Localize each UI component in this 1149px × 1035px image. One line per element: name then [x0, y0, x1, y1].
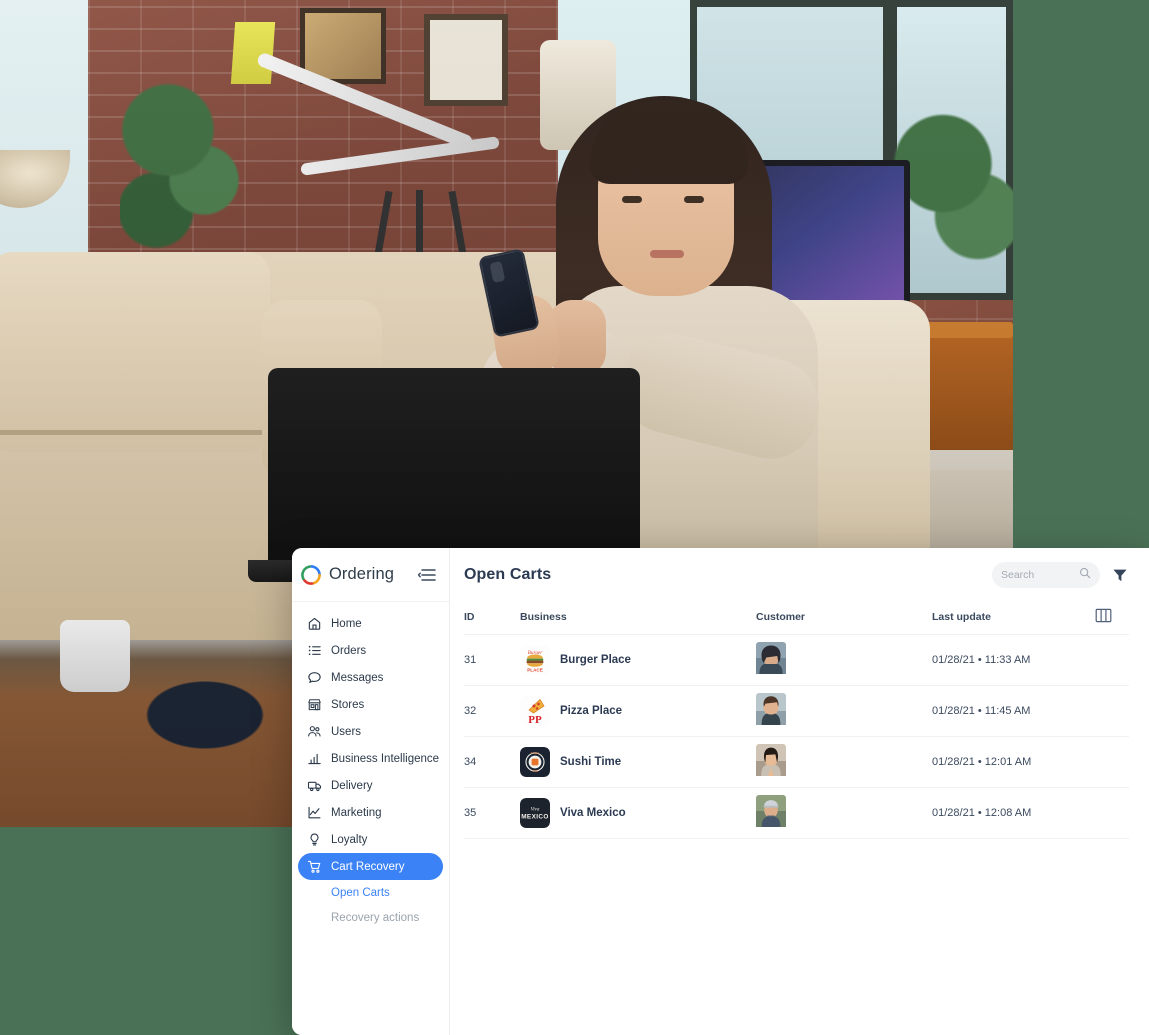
svg-text:PLACE: PLACE [527, 668, 543, 673]
sidebar-item-label: Delivery [331, 779, 373, 792]
list-icon [306, 643, 322, 659]
cell-last-update: 01/28/21 • 12:01 AM [932, 756, 1032, 768]
search-input[interactable] [1001, 569, 1079, 581]
sidebar-item-home[interactable]: Home [298, 610, 443, 637]
sidebar-item-label: Messages [331, 671, 384, 684]
cell-id: 31 [464, 654, 477, 666]
svg-text:PP: PP [528, 714, 542, 726]
viva-mexico-logo-icon: Viva MEXICO [520, 798, 550, 828]
shopping-cart-icon [306, 859, 322, 875]
table-row: 32 PP Pizza Place 01/28/21 • 11:45 AM [464, 685, 1129, 737]
cell-business: SUSHI TIME Sushi Time [520, 747, 756, 777]
customer-avatar [756, 692, 786, 729]
cell-id: 35 [464, 807, 477, 819]
table-container: ID Business Customer Last update 31 Burg… [450, 602, 1149, 839]
table-body: 31 Burger PLACE Burger Place 01/28/21 • … [464, 634, 1129, 839]
sidebar-item-stores[interactable]: Stores [298, 691, 443, 718]
sushi-time-logo-icon: SUSHI TIME [520, 747, 550, 777]
cell-business: Burger PLACE Burger Place [520, 645, 756, 675]
brand-name: Ordering [329, 565, 394, 583]
cell-id: 34 [464, 756, 477, 768]
lightbulb-icon [306, 832, 322, 848]
cell-last-update: 01/28/21 • 11:33 AM [932, 654, 1031, 666]
sidebar-item-label: Stores [331, 698, 365, 711]
collapse-menu-icon[interactable] [417, 566, 439, 584]
cell-id: 32 [464, 705, 477, 717]
sidebar-item-label: Cart Recovery [331, 860, 405, 873]
sidebar-item-cart-recovery[interactable]: Cart Recovery [298, 853, 443, 880]
main-content: Open Carts Search ID Business Customer L… [450, 548, 1149, 1035]
screenshot-root: Ordering Home Orders Messages Stores Use… [0, 0, 1149, 1035]
store-icon [306, 697, 322, 713]
sidebar-item-orders[interactable]: Orders [298, 637, 443, 664]
header-actions [992, 562, 1129, 588]
cell-business: PP Pizza Place [520, 696, 756, 726]
cell-last-update: 01/28/21 • 11:45 AM [932, 705, 1031, 717]
home-icon [306, 616, 322, 632]
brand-row: Ordering [292, 548, 449, 602]
cell-business-name: Viva Mexico [560, 807, 626, 819]
sidebar-item-label: Business Intelligence [331, 752, 440, 765]
page-title: Open Carts [464, 566, 552, 583]
column-header-columns-toggle[interactable] [1095, 602, 1129, 635]
content-header: Open Carts [450, 548, 1149, 602]
sidebar-item-label: Loyalty [331, 833, 368, 846]
ordering-ring-logo-icon [300, 564, 322, 586]
column-header-last-update[interactable]: Last update [932, 602, 1095, 635]
column-header-business[interactable]: Business [520, 602, 756, 635]
table-row: 35 Viva MEXICO Viva Mexico 01/28/21 • 12… [464, 787, 1129, 839]
chat-bubble-icon [306, 670, 322, 686]
search-icon [1079, 566, 1091, 584]
sidebar-item-label: Marketing [331, 806, 382, 819]
cell-business: Viva MEXICO Viva Mexico [520, 798, 756, 828]
truck-icon [306, 778, 322, 794]
sidebar-item-label: Home [331, 617, 362, 630]
svg-text:TIME: TIME [532, 769, 539, 773]
cell-business-name: Sushi Time [560, 756, 622, 768]
sidebar-item-label: Orders [331, 644, 367, 657]
sidebar-subitem-recovery-actions[interactable]: Recovery actions [298, 905, 443, 930]
sidebar-subitem-label: Recovery actions [331, 911, 420, 924]
svg-text:MEXICO: MEXICO [521, 814, 549, 821]
cell-last-update: 01/28/21 • 12:08 AM [932, 807, 1032, 819]
cell-business-name: Pizza Place [560, 705, 623, 717]
pizza-place-logo-icon: PP [520, 696, 550, 726]
filter-funnel-icon[interactable] [1111, 566, 1129, 584]
burger-place-logo-icon: Burger PLACE [520, 645, 550, 675]
sidebar-item-delivery[interactable]: Delivery [298, 772, 443, 799]
bar-chart-icon [306, 751, 322, 767]
open-carts-table: ID Business Customer Last update 31 Burg… [464, 602, 1129, 839]
sidebar-item-users[interactable]: Users [298, 718, 443, 745]
sidebar-nav: Home Orders Messages Stores Users Busine… [292, 602, 449, 930]
svg-text:Viva: Viva [531, 808, 540, 813]
sidebar-item-label: Users [331, 725, 362, 738]
users-icon [306, 724, 322, 740]
sidebar: Ordering Home Orders Messages Stores Use… [292, 548, 450, 1035]
column-header-id[interactable]: ID [464, 602, 520, 635]
customer-avatar [756, 743, 786, 780]
sidebar-item-loyalty[interactable]: Loyalty [298, 826, 443, 853]
cell-business-name: Burger Place [560, 654, 631, 666]
sidebar-subitem-open-carts[interactable]: Open Carts [298, 880, 443, 905]
columns-toggle-icon[interactable] [1095, 608, 1112, 623]
sidebar-item-messages[interactable]: Messages [298, 664, 443, 691]
search-box[interactable] [992, 562, 1100, 588]
table-row: 31 Burger PLACE Burger Place 01/28/21 • … [464, 634, 1129, 686]
app-panel: Ordering Home Orders Messages Stores Use… [292, 548, 1149, 1035]
sidebar-subitem-label: Open Carts [331, 886, 390, 899]
customer-avatar [756, 641, 786, 678]
customer-avatar [756, 794, 786, 831]
sidebar-item-business-intelligence[interactable]: Business Intelligence [298, 745, 443, 772]
line-chart-icon [306, 805, 322, 821]
column-header-customer[interactable]: Customer [756, 602, 932, 635]
table-header-row: ID Business Customer Last update [464, 602, 1129, 635]
table-row: 34 SUSHI TIME Sushi Time 01/28/21 • 12:0… [464, 736, 1129, 788]
sidebar-item-marketing[interactable]: Marketing [298, 799, 443, 826]
svg-text:SUSHI: SUSHI [531, 751, 539, 755]
